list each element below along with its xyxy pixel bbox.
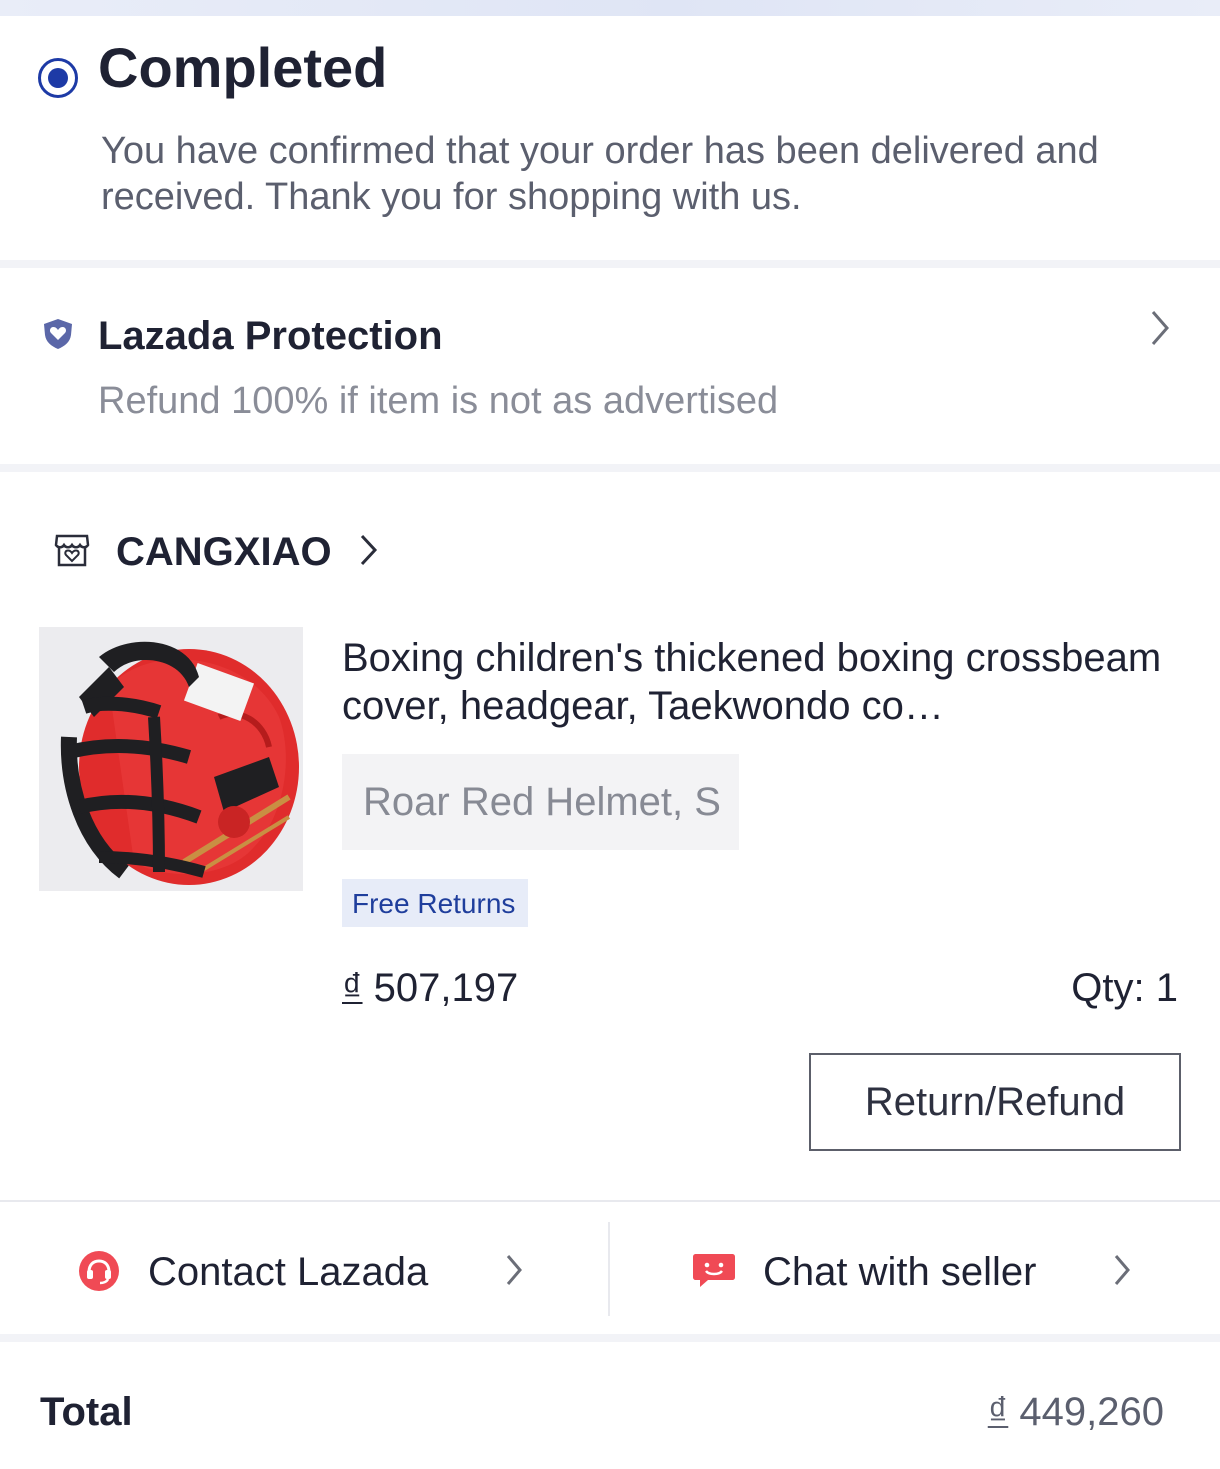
top-header-strip	[0, 0, 1220, 16]
price-value: 507,197	[373, 966, 519, 1010]
total-label: Total	[40, 1390, 133, 1434]
chevron-right-icon[interactable]	[1112, 1253, 1132, 1287]
product-variant: Roar Red Helmet, S	[342, 754, 739, 850]
chat-icon[interactable]	[692, 1250, 736, 1290]
headset-icon[interactable]	[78, 1250, 120, 1292]
protection-subtitle: Refund 100% if item is not as advertised	[98, 380, 779, 422]
quantity-label: Qty: 1	[1071, 966, 1178, 1010]
return-refund-label: Return/Refund	[864, 1080, 1126, 1124]
order-package-card: CANGXIAO Boxing children's thickened box…	[0, 472, 1220, 1334]
shield-heart-icon	[44, 319, 72, 349]
lazada-protection-row[interactable]: Lazada Protection Refund 100% if item is…	[0, 268, 1220, 464]
total-amount: ₫ 449,260	[988, 1388, 1164, 1436]
status-description: You have confirmed that your order has b…	[101, 130, 1099, 218]
status-radio-icon	[38, 58, 78, 98]
total-value: 449,260	[1019, 1390, 1164, 1434]
protection-title: Lazada Protection	[98, 314, 443, 358]
return-refund-button[interactable]: Return/Refund	[809, 1053, 1181, 1151]
product-image[interactable]	[39, 627, 303, 891]
contact-lazada-label[interactable]: Contact Lazada	[148, 1248, 428, 1296]
product-title[interactable]: Boxing children's thickened boxing cross…	[342, 634, 1182, 730]
order-status-card: Completed You have confirmed that your o…	[0, 16, 1220, 260]
divider	[0, 1200, 1220, 1202]
currency-symbol: ₫	[987, 1390, 1009, 1434]
product-price: ₫ 507,197	[342, 964, 518, 1012]
variant-label: Roar Red Helmet, S	[363, 780, 721, 824]
status-title: Completed	[98, 36, 388, 99]
free-returns-badge: Free Returns	[342, 879, 528, 927]
order-total-row: Total ₫ 449,260	[0, 1342, 1220, 1469]
chevron-right-icon[interactable]	[358, 532, 380, 568]
store-icon[interactable]	[52, 530, 92, 570]
chevron-right-icon[interactable]	[504, 1253, 524, 1287]
free-returns-label: Free Returns	[352, 888, 516, 919]
boxing-helmet-image	[39, 627, 303, 891]
currency-symbol: ₫	[342, 966, 363, 1010]
chat-with-seller-label[interactable]: Chat with seller	[763, 1248, 1036, 1296]
divider	[608, 1222, 610, 1316]
store-name[interactable]: CANGXIAO	[116, 528, 332, 576]
chevron-right-icon	[1151, 311, 1169, 345]
